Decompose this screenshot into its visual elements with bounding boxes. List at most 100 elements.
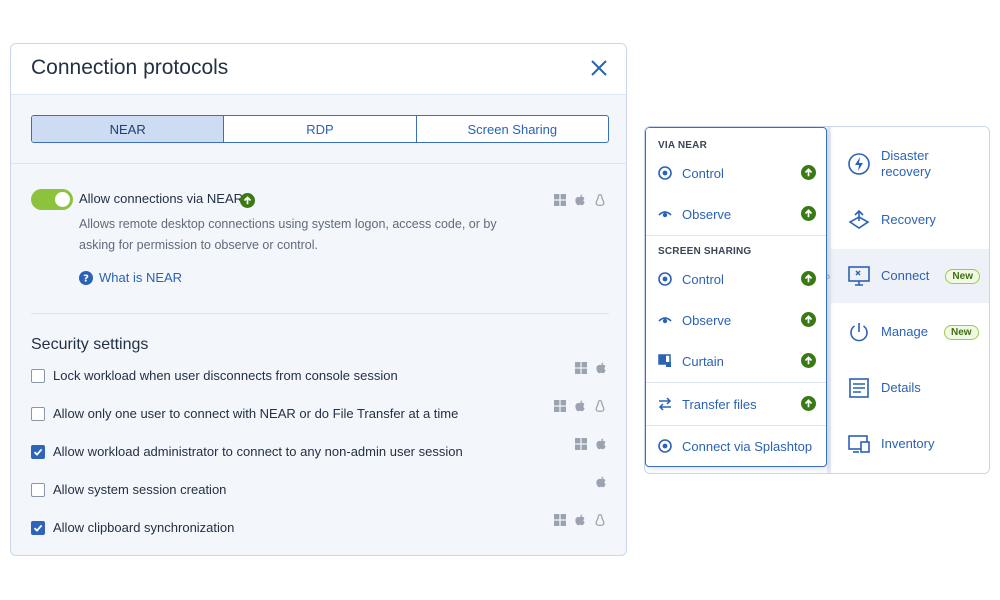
target-icon xyxy=(658,439,672,453)
connect-dropdown-menu: VIA NEAR Control Observe SCREEN SHARING … xyxy=(645,127,827,467)
menu-item-label: Observe xyxy=(682,206,732,222)
option-system-session: Allow system session creation xyxy=(31,482,226,497)
curtain-icon xyxy=(658,354,671,367)
checkbox[interactable] xyxy=(31,520,45,535)
nav-label: Inventory xyxy=(881,436,935,451)
nav-item-connect[interactable]: Connect New xyxy=(831,249,989,303)
near-toggle[interactable] xyxy=(31,189,73,210)
divider xyxy=(11,163,626,164)
apple-icon xyxy=(575,514,585,526)
option-lock-workload: Lock workload when user disconnects from… xyxy=(31,368,398,383)
apple-icon xyxy=(596,476,606,488)
close-button[interactable] xyxy=(588,57,610,79)
menu-item-label: Control xyxy=(682,271,724,287)
menu-item-screen-control[interactable]: Control xyxy=(658,267,816,291)
menu-item-curtain[interactable]: Curtain xyxy=(658,349,816,373)
windows-icon xyxy=(554,400,566,412)
apple-icon xyxy=(575,194,585,206)
linux-icon xyxy=(595,514,605,526)
what-is-near-link[interactable]: ? What is NEAR xyxy=(79,270,182,285)
upgrade-arrow-icon xyxy=(801,271,816,286)
nav-label: Manage xyxy=(881,324,928,339)
menu-item-label: Transfer files xyxy=(682,396,757,412)
nav-item-inventory[interactable]: Inventory xyxy=(831,417,989,471)
checkmark-icon xyxy=(33,524,43,532)
menu-item-label: Observe xyxy=(682,312,732,328)
menu-item-screen-observe[interactable]: Observe xyxy=(658,308,816,332)
menu-group-title: VIA NEAR xyxy=(658,140,708,151)
eye-icon xyxy=(658,317,672,324)
option-one-user: Allow only one user to connect with NEAR… xyxy=(31,406,458,421)
target-icon xyxy=(658,272,672,286)
new-badge: New xyxy=(945,268,980,284)
side-nav: Disaster recovery Recovery Connect New M… xyxy=(831,127,989,473)
menu-item-connect-splashtop[interactable]: Connect via Splashtop xyxy=(658,434,816,458)
option-label: Lock workload when user disconnects from… xyxy=(53,368,398,383)
nav-item-details[interactable]: Details xyxy=(831,361,989,415)
linux-icon xyxy=(595,194,605,206)
upgrade-arrow-icon xyxy=(801,312,816,327)
near-toggle-label: Allow connections via NEAR xyxy=(79,191,244,206)
connection-protocols-dialog: Connection protocols NEAR RDP Screen Sha… xyxy=(10,43,627,556)
menu-item-near-control[interactable]: Control xyxy=(658,161,816,185)
checkbox[interactable] xyxy=(31,444,45,459)
nav-item-disaster-recovery[interactable]: Disaster recovery xyxy=(831,137,989,191)
dialog-title: Connection protocols xyxy=(31,56,229,79)
close-icon xyxy=(591,60,607,76)
checkmark-icon xyxy=(33,448,43,456)
menu-item-transfer-files[interactable]: Transfer files xyxy=(658,392,816,416)
tab-near[interactable]: NEAR xyxy=(32,116,225,142)
option-label: Allow workload administrator to connect … xyxy=(53,444,463,459)
option-platforms xyxy=(554,514,606,526)
nav-label: Details xyxy=(881,380,921,395)
power-icon xyxy=(850,323,868,342)
option-clipboard-sync: Allow clipboard synchronization xyxy=(31,520,234,535)
nav-item-recovery[interactable]: Recovery xyxy=(831,193,989,247)
tab-rdp[interactable]: RDP xyxy=(224,116,417,142)
checkbox[interactable] xyxy=(31,406,45,421)
option-platforms xyxy=(575,362,607,374)
what-is-near-label: What is NEAR xyxy=(99,270,183,285)
nav-label: Connect xyxy=(881,268,930,283)
windows-icon xyxy=(554,514,566,526)
near-description: Allows remote desktop connections using … xyxy=(79,217,497,252)
target-icon xyxy=(658,166,672,180)
menu-group-title: SCREEN SHARING xyxy=(658,246,752,257)
menu-item-label: Curtain xyxy=(682,353,724,369)
apple-icon xyxy=(596,438,606,450)
protocol-tabs: NEAR RDP Screen Sharing xyxy=(31,115,609,143)
apple-icon xyxy=(575,400,585,412)
transfer-icon xyxy=(658,397,672,411)
divider xyxy=(646,425,826,426)
option-label: Allow clipboard synchronization xyxy=(53,520,235,535)
nav-label: Disaster recovery xyxy=(881,148,931,179)
windows-icon xyxy=(575,362,587,374)
checkbox[interactable] xyxy=(31,482,45,497)
lightning-icon xyxy=(848,153,870,175)
option-label: Allow system session creation xyxy=(53,482,227,497)
option-admin-connect: Allow workload administrator to connect … xyxy=(31,444,463,459)
option-platforms xyxy=(595,476,607,488)
apple-icon xyxy=(596,362,606,374)
divider xyxy=(646,382,826,383)
inventory-icon xyxy=(848,435,870,453)
windows-icon xyxy=(575,438,587,450)
workload-actions-panel: P Disaster recovery Recovery Connect New… xyxy=(644,126,990,474)
menu-item-near-observe[interactable]: Observe xyxy=(658,202,816,226)
checkbox[interactable] xyxy=(31,368,45,383)
upgrade-arrow-icon xyxy=(240,192,255,210)
option-label: Allow only one user to connect with NEAR… xyxy=(53,406,459,421)
menu-item-label: Connect via Splashtop xyxy=(682,438,813,454)
tab-screen-sharing[interactable]: Screen Sharing xyxy=(417,116,608,142)
upgrade-arrow-icon xyxy=(801,206,816,221)
recovery-icon xyxy=(848,209,870,229)
upgrade-arrow-icon xyxy=(801,396,816,411)
menu-item-label: Control xyxy=(682,165,724,181)
monitor-icon xyxy=(848,266,870,286)
nav-item-manage[interactable]: Manage New xyxy=(831,305,989,359)
upgrade-arrow-icon xyxy=(801,353,816,368)
details-icon xyxy=(849,378,869,398)
divider xyxy=(646,235,826,236)
dialog-header: Connection protocols xyxy=(11,44,626,95)
option-platforms xyxy=(575,438,607,450)
